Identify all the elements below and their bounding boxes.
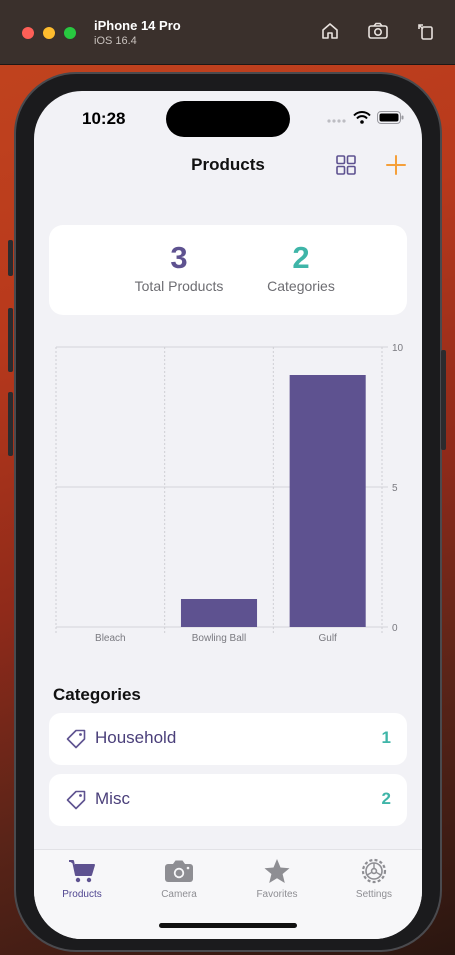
x-tick-label: Gulf	[318, 633, 337, 644]
tab-label: Favorites	[256, 889, 298, 900]
chart-bar	[180, 599, 258, 627]
grid-view-button[interactable]	[334, 153, 358, 177]
chart-bar	[289, 375, 366, 627]
dynamic-island	[166, 101, 290, 137]
cart-icon	[69, 860, 95, 883]
grid-icon	[336, 155, 356, 175]
total-products-value: 3	[170, 240, 188, 275]
summary-card: 3 Total Products 2 Categories	[49, 225, 407, 315]
volume-down-button	[8, 392, 13, 456]
phone-screen: 10:28 Products 3 Total Products 2 Catego…	[34, 91, 422, 939]
tab-label: Products	[62, 889, 102, 900]
close-window-button[interactable]	[22, 27, 34, 39]
x-tick-label: Bowling Ball	[192, 633, 246, 644]
star-icon	[264, 858, 290, 883]
y-tick-label: 5	[392, 483, 398, 494]
tab-camera[interactable]: Camera	[139, 856, 219, 900]
simulator-title: iPhone 14 Pro iOS 16.4	[94, 18, 181, 48]
zoom-window-button[interactable]	[64, 27, 76, 39]
status-icons	[327, 111, 404, 129]
wifi-icon	[353, 111, 371, 129]
tab-label: Camera	[161, 889, 197, 900]
signal-icon	[327, 111, 347, 129]
category-count: 2	[381, 789, 391, 808]
window-controls	[22, 27, 76, 39]
y-tick-label: 0	[392, 623, 398, 634]
total-products-stat: 3 Total Products	[129, 239, 229, 295]
gear-icon	[361, 858, 387, 884]
battery-icon	[377, 111, 404, 129]
tab-favorites[interactable]: Favorites	[237, 856, 317, 900]
simulator-toolbar	[319, 20, 437, 42]
minimize-window-button[interactable]	[43, 27, 55, 39]
tag-icon	[66, 729, 86, 749]
category-name: Household	[95, 728, 177, 747]
device-name: iPhone 14 Pro	[94, 18, 181, 33]
simulator-title-bar: iPhone 14 Pro iOS 16.4	[0, 0, 455, 65]
categories-value: 2	[292, 240, 310, 275]
page-title: Products	[191, 155, 265, 174]
category-row-misc[interactable]: Misc 2	[49, 774, 407, 826]
home-icon[interactable]	[319, 20, 341, 42]
x-tick-label: Bleach	[95, 633, 126, 644]
category-row-household[interactable]: Household 1	[49, 713, 407, 765]
add-product-button[interactable]	[384, 153, 408, 177]
power-button	[441, 350, 446, 450]
category-name: Misc	[95, 789, 130, 808]
category-count: 1	[381, 728, 391, 747]
tag-icon	[66, 790, 86, 810]
categories-label: Categories	[267, 278, 335, 294]
tab-products[interactable]: Products	[42, 856, 122, 900]
screenshot-icon[interactable]	[367, 20, 389, 42]
products-bar-chart: 0 5 10 Bleach Bowling Ball Gulf	[55, 343, 404, 644]
status-time: 10:28	[82, 109, 126, 128]
tab-settings[interactable]: Settings	[334, 856, 414, 900]
os-version: iOS 16.4	[94, 35, 137, 47]
home-indicator	[159, 923, 297, 928]
total-products-label: Total Products	[134, 278, 224, 294]
volume-up-button	[8, 308, 13, 372]
rotate-icon[interactable]	[415, 20, 437, 42]
tab-label: Settings	[355, 889, 393, 900]
plus-icon	[386, 155, 406, 175]
mute-switch	[8, 240, 13, 276]
categories-section-title: Categories	[53, 685, 141, 704]
camera-icon	[165, 860, 193, 882]
y-tick-label: 10	[392, 343, 404, 354]
categories-stat: 2 Categories	[251, 239, 351, 295]
